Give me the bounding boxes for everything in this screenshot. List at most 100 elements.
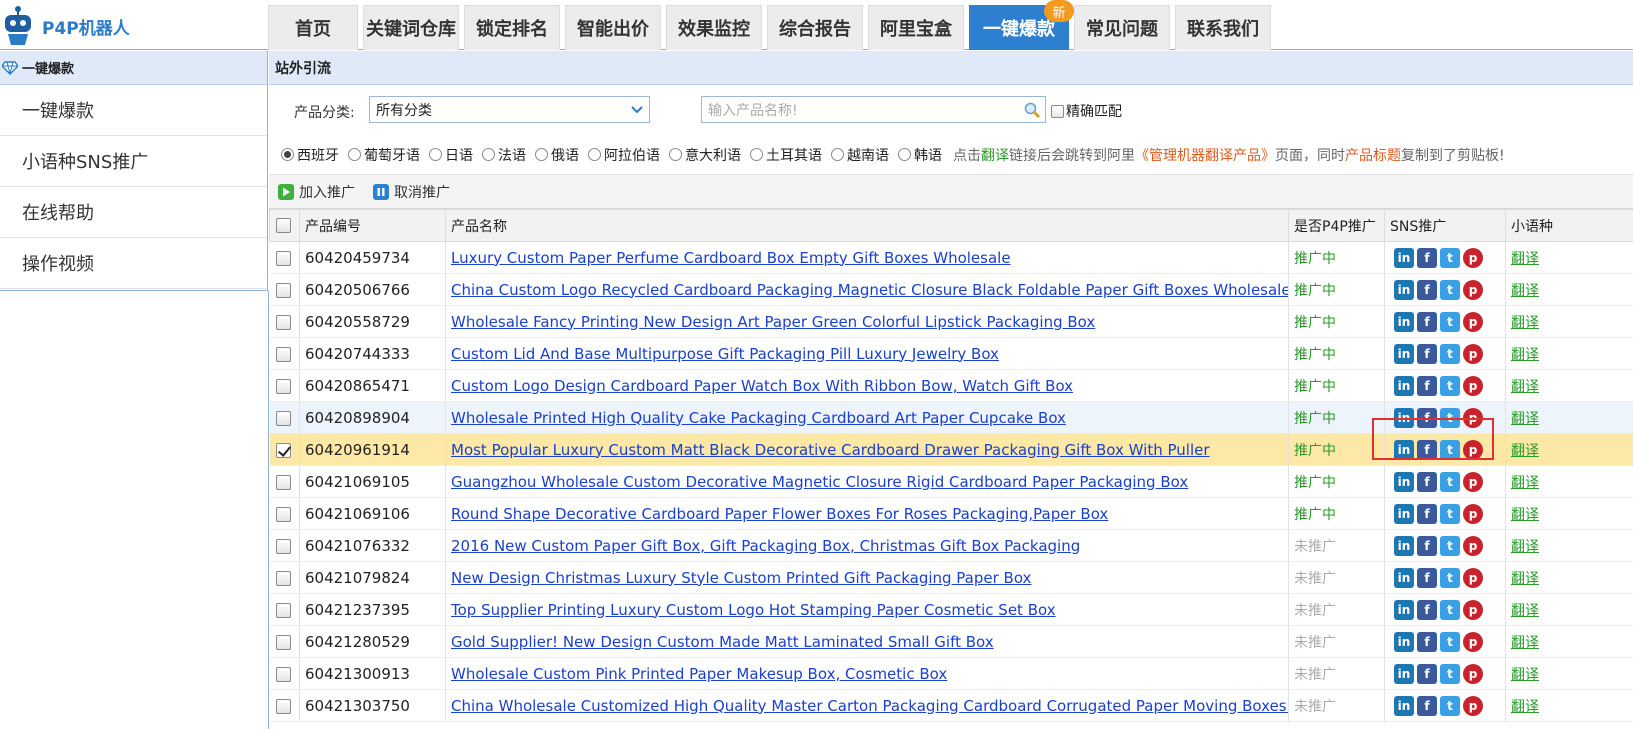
language-option-7[interactable]: 土耳其语 — [750, 145, 822, 165]
linkedin-icon[interactable]: in — [1394, 439, 1414, 460]
language-option-4[interactable]: 俄语 — [535, 145, 579, 165]
table-row[interactable]: 60421237395 Top Supplier Printing Luxury … — [269, 593, 1633, 626]
row-checkbox[interactable] — [275, 506, 291, 522]
facebook-icon[interactable]: f — [1417, 599, 1437, 620]
sidebar-item-1[interactable]: 小语种SNS推广 — [0, 136, 267, 187]
nav-tab-8[interactable]: 常见问题 — [1074, 5, 1170, 50]
linkedin-icon[interactable]: in — [1394, 311, 1414, 332]
language-option-9[interactable]: 韩语 — [898, 145, 942, 165]
row-checkbox[interactable] — [275, 410, 291, 426]
row-checkbox[interactable] — [275, 634, 291, 650]
product-name-link[interactable]: Luxury Custom Paper Perfume Cardboard Bo… — [451, 249, 1011, 267]
nav-tab-1[interactable]: 关键词仓库 — [363, 5, 459, 50]
facebook-icon[interactable]: f — [1417, 375, 1437, 396]
row-checkbox[interactable] — [275, 538, 291, 554]
row-checkbox[interactable] — [275, 378, 291, 394]
nav-tab-3[interactable]: 智能出价 — [565, 5, 661, 50]
language-radio[interactable] — [348, 148, 361, 161]
language-option-8[interactable]: 越南语 — [831, 145, 889, 165]
facebook-icon[interactable]: f — [1417, 695, 1437, 716]
row-checkbox[interactable] — [275, 474, 291, 490]
product-name-link[interactable]: 2016 New Custom Paper Gift Box, Gift Pac… — [451, 537, 1080, 555]
exact-match-box[interactable] — [1051, 104, 1064, 118]
language-radio[interactable] — [281, 148, 294, 161]
twitter-icon[interactable]: t — [1440, 439, 1460, 460]
facebook-icon[interactable]: f — [1417, 311, 1437, 332]
twitter-icon[interactable]: t — [1440, 695, 1460, 716]
sidebar-item-3[interactable]: 操作视频 — [0, 238, 267, 289]
language-option-2[interactable]: 日语 — [429, 145, 473, 165]
translate-link[interactable]: 翻译 — [1511, 283, 1539, 299]
translate-link[interactable]: 翻译 — [1511, 315, 1539, 331]
nav-tab-7[interactable]: 一键爆款新 — [969, 0, 1074, 50]
product-name-link[interactable]: Gold Supplier! New Design Custom Made Ma… — [451, 633, 994, 651]
sidebar-item-2[interactable]: 在线帮助 — [0, 187, 267, 238]
facebook-icon[interactable]: f — [1417, 535, 1437, 556]
row-checkbox[interactable] — [275, 314, 291, 330]
translate-link[interactable]: 翻译 — [1511, 507, 1539, 523]
cancel-promotion-button[interactable]: 取消推广 — [373, 182, 450, 202]
product-name-link[interactable]: Custom Lid And Base Multipurpose Gift Pa… — [451, 345, 999, 363]
language-radio[interactable] — [669, 148, 682, 161]
pinterest-icon[interactable]: p — [1463, 567, 1483, 588]
product-name-link[interactable]: Wholesale Fancy Printing New Design Art … — [451, 313, 1095, 331]
nav-tab-0[interactable]: 首页 — [268, 5, 358, 50]
pinterest-icon[interactable]: p — [1463, 439, 1483, 460]
translate-link[interactable]: 翻译 — [1511, 571, 1539, 587]
twitter-icon[interactable]: t — [1440, 343, 1460, 364]
language-option-6[interactable]: 意大利语 — [669, 145, 741, 165]
product-name-link[interactable]: Wholesale Custom Pink Printed Paper Make… — [451, 665, 947, 683]
facebook-icon[interactable]: f — [1417, 343, 1437, 364]
facebook-icon[interactable]: f — [1417, 663, 1437, 684]
twitter-icon[interactable]: t — [1440, 279, 1460, 300]
linkedin-icon[interactable]: in — [1394, 247, 1414, 268]
table-row[interactable]: 60421076332 2016 New Custom Paper Gift Bo… — [269, 529, 1633, 562]
twitter-icon[interactable]: t — [1440, 567, 1460, 588]
language-option-1[interactable]: 葡萄牙语 — [348, 145, 420, 165]
nav-tab-6[interactable]: 阿里宝盒 — [868, 5, 964, 50]
facebook-icon[interactable]: f — [1417, 567, 1437, 588]
twitter-icon[interactable]: t — [1440, 375, 1460, 396]
translate-link[interactable]: 翻译 — [1511, 411, 1539, 427]
pinterest-icon[interactable]: p — [1463, 631, 1483, 652]
language-option-3[interactable]: 法语 — [482, 145, 526, 165]
nav-tab-5[interactable]: 综合报告 — [767, 5, 863, 50]
language-radio[interactable] — [898, 148, 911, 161]
translate-link[interactable]: 翻译 — [1511, 539, 1539, 555]
twitter-icon[interactable]: t — [1440, 631, 1460, 652]
linkedin-icon[interactable]: in — [1394, 343, 1414, 364]
row-checkbox[interactable] — [275, 570, 291, 586]
translate-link[interactable]: 翻译 — [1511, 251, 1539, 267]
pinterest-icon[interactable]: p — [1463, 343, 1483, 364]
twitter-icon[interactable]: t — [1440, 247, 1460, 268]
facebook-icon[interactable]: f — [1417, 279, 1437, 300]
translate-link[interactable]: 翻译 — [1511, 667, 1539, 683]
table-row[interactable]: 60420459734 Luxury Custom Paper Perfume C… — [269, 241, 1633, 274]
table-row[interactable]: 60421303750 China Wholesale Customized Hi… — [269, 689, 1633, 722]
language-radio[interactable] — [831, 148, 844, 161]
row-checkbox[interactable] — [275, 346, 291, 362]
row-checkbox[interactable] — [275, 602, 291, 618]
product-name-link[interactable]: Wholesale Printed High Quality Cake Pack… — [451, 409, 1066, 427]
linkedin-icon[interactable]: in — [1394, 663, 1414, 684]
translate-link[interactable]: 翻译 — [1511, 603, 1539, 619]
product-name-link[interactable]: Round Shape Decorative Cardboard Paper F… — [451, 505, 1108, 523]
language-radio[interactable] — [750, 148, 763, 161]
language-radio[interactable] — [482, 148, 495, 161]
table-row[interactable]: 60420865471 Custom Logo Design Cardboard … — [269, 369, 1633, 402]
row-checkbox[interactable] — [275, 282, 291, 298]
linkedin-icon[interactable]: in — [1394, 535, 1414, 556]
pinterest-icon[interactable]: p — [1463, 695, 1483, 716]
facebook-icon[interactable]: f — [1417, 471, 1437, 492]
table-row[interactable]: 60421300913 Wholesale Custom Pink Printed… — [269, 657, 1633, 690]
add-promotion-button[interactable]: 加入推广 — [278, 182, 355, 202]
linkedin-icon[interactable]: in — [1394, 567, 1414, 588]
language-radio[interactable] — [535, 148, 548, 161]
nav-tab-4[interactable]: 效果监控 — [666, 5, 762, 50]
select-all-checkbox[interactable] — [276, 218, 291, 233]
sidebar-item-0[interactable]: 一键爆款 — [0, 85, 267, 136]
twitter-icon[interactable]: t — [1440, 407, 1460, 428]
pinterest-icon[interactable]: p — [1463, 375, 1483, 396]
table-row[interactable]: 60420506766 China Custom Logo Recycled Ca… — [269, 273, 1633, 306]
logo[interactable]: P4P机器人 — [0, 0, 150, 50]
